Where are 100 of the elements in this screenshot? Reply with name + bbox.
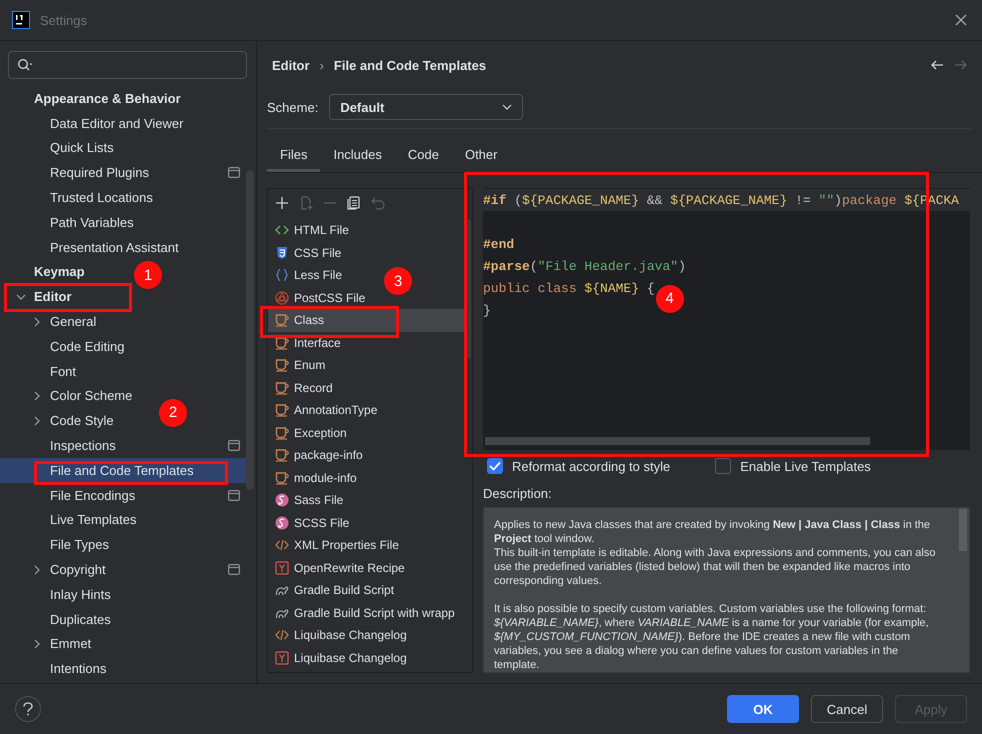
step-number: 3	[384, 267, 412, 295]
description-text: Applies to new Java classes that are created by invoking New | Java Class | Class in the Project tool window.	[494, 518, 932, 546]
cup-icon	[275, 448, 289, 462]
tree-item[interactable]: Color Scheme	[50, 388, 132, 404]
swirl-icon	[275, 516, 289, 530]
chevron-right-icon[interactable]	[32, 416, 42, 426]
code-slash-icon	[275, 538, 289, 552]
step-number: 2	[159, 398, 187, 427]
cup-icon	[275, 426, 289, 440]
chevron-right-icon[interactable]	[32, 316, 42, 327]
code-line: #end	[483, 236, 514, 252]
template-item[interactable]: AnnotationType	[294, 403, 378, 418]
tree-item[interactable]: File Encodings	[50, 488, 136, 503]
help-button[interactable]	[15, 696, 41, 722]
braces-icon	[275, 268, 289, 282]
scheme-label: Scheme:	[267, 100, 318, 114]
tree-item[interactable]: Keymap	[34, 264, 85, 280]
cup-icon	[275, 336, 289, 350]
template-item[interactable]: SCSS File	[294, 516, 350, 530]
tab[interactable]: Includes	[320, 141, 395, 172]
tree-item[interactable]: Trusted Locations	[50, 190, 153, 206]
template-item[interactable]: Gradle Build Script	[294, 583, 394, 598]
description-label: Description:	[483, 486, 553, 501]
tree-item[interactable]: Quick Lists	[50, 140, 114, 156]
tree-item[interactable]: Presentation Assistant	[50, 240, 179, 255]
tree-item[interactable]: Font	[50, 364, 76, 379]
search-field[interactable]	[8, 51, 247, 79]
template-item[interactable]: PostCSS File	[294, 290, 366, 305]
swirl-icon	[275, 493, 289, 508]
checkbox-label[interactable]: Enable Live Templates	[740, 458, 871, 474]
code-slash-icon	[275, 628, 289, 642]
question-mark-icon[interactable]	[22, 702, 34, 716]
checkbox[interactable]	[715, 458, 732, 474]
chevron-right-icon[interactable]	[32, 639, 42, 650]
window-title: Settings	[40, 12, 88, 28]
tree-item[interactable]: Inlay Hints	[50, 586, 111, 602]
tree-item[interactable]: Code Editing	[50, 338, 124, 354]
checkbox-label[interactable]: Reformat according to style	[512, 458, 670, 474]
tree-item[interactable]: Inspections	[50, 438, 116, 454]
template-item[interactable]: Liquibase Changelog	[294, 628, 407, 642]
search-icon[interactable]	[17, 58, 33, 72]
tree-item[interactable]: Live Templates	[50, 512, 136, 528]
shield-icon	[275, 246, 289, 260]
y-square-icon	[275, 650, 289, 665]
template-item[interactable]: Interface	[294, 336, 341, 350]
code-line: }	[483, 302, 491, 318]
cup-icon	[275, 358, 289, 372]
plus-icon[interactable]	[275, 196, 289, 210]
template-item[interactable]: module-info	[294, 470, 357, 485]
template-item[interactable]: Less File	[294, 268, 342, 282]
tab[interactable]: Files	[267, 141, 320, 172]
template-item[interactable]: package-info	[294, 448, 363, 462]
template-item[interactable]: Sass File	[294, 493, 344, 508]
tree-item[interactable]: Editor	[34, 289, 72, 304]
tree-item[interactable]: Path Variables	[50, 214, 134, 230]
template-item[interactable]: Record	[294, 380, 333, 395]
cup-icon	[275, 380, 289, 395]
tree-item[interactable]: Duplicates	[50, 612, 111, 627]
breadcrumb-separator: ›	[320, 58, 324, 72]
template-item[interactable]: HTML File	[294, 223, 349, 238]
template-item[interactable]: Liquibase Changelog	[294, 650, 407, 665]
code-line: #parse("File Header.java")	[483, 258, 686, 274]
chevron-down-icon[interactable]	[502, 104, 512, 110]
template-item[interactable]: Exception	[294, 426, 347, 440]
tree-item[interactable]: Code Style	[50, 413, 114, 428]
template-item[interactable]: Enum	[294, 358, 326, 372]
tree-item[interactable]: File Types	[50, 537, 110, 552]
ok-button[interactable]: OK	[727, 695, 799, 723]
template-item[interactable]: Class	[268, 309, 464, 332]
checkbox[interactable]	[487, 458, 503, 474]
back-arrow-icon[interactable]	[930, 58, 944, 72]
chevron-down-icon[interactable]	[16, 292, 26, 302]
tree-item[interactable]: Copyright	[50, 562, 106, 578]
dialog-button[interactable]: Cancel	[811, 695, 883, 723]
tree-item[interactable]: General	[50, 314, 96, 330]
template-item[interactable]: Gradle Build Script with wrapp	[294, 606, 455, 620]
scheme-dropdown[interactable]: Default	[329, 94, 524, 120]
template-item[interactable]: CSS File	[294, 246, 342, 260]
tree-item[interactable]: Appearance & Behavior	[34, 90, 181, 106]
tab[interactable]: Other	[452, 141, 510, 172]
app-logo-icon	[12, 11, 30, 29]
close-icon[interactable]	[955, 14, 967, 26]
template-item[interactable]: XML Properties File	[294, 538, 399, 552]
breadcrumb-item: File and Code Templates	[334, 58, 486, 72]
tree-item[interactable]: Emmet	[50, 636, 92, 652]
scrollbar-thumb[interactable]	[246, 170, 254, 490]
chevron-right-icon[interactable]	[32, 564, 42, 575]
description-text: This built-in template is editable. Along with Java expressions and comments, you can also use the predefined variables (listed below) that will then be expanded like macros into corresponding values.	[494, 546, 936, 588]
y-square-icon	[275, 560, 289, 575]
scrollbar-thumb[interactable]	[959, 509, 967, 551]
chevron-right-icon[interactable]	[32, 391, 42, 402]
tree-item[interactable]: Data Editor and Viewer	[50, 116, 184, 131]
breadcrumb-item[interactable]: Editor	[272, 58, 310, 72]
copy-icon[interactable]	[347, 196, 361, 210]
tree-item[interactable]: Required Plugins	[50, 165, 150, 180]
scrollbar-thumb[interactable]	[485, 437, 870, 445]
template-item[interactable]: OpenRewrite Recipe	[294, 560, 405, 575]
tree-item[interactable]: Intentions	[50, 661, 106, 676]
tab[interactable]: Code	[394, 141, 452, 172]
code-line: public class ${NAME} {	[483, 280, 655, 296]
